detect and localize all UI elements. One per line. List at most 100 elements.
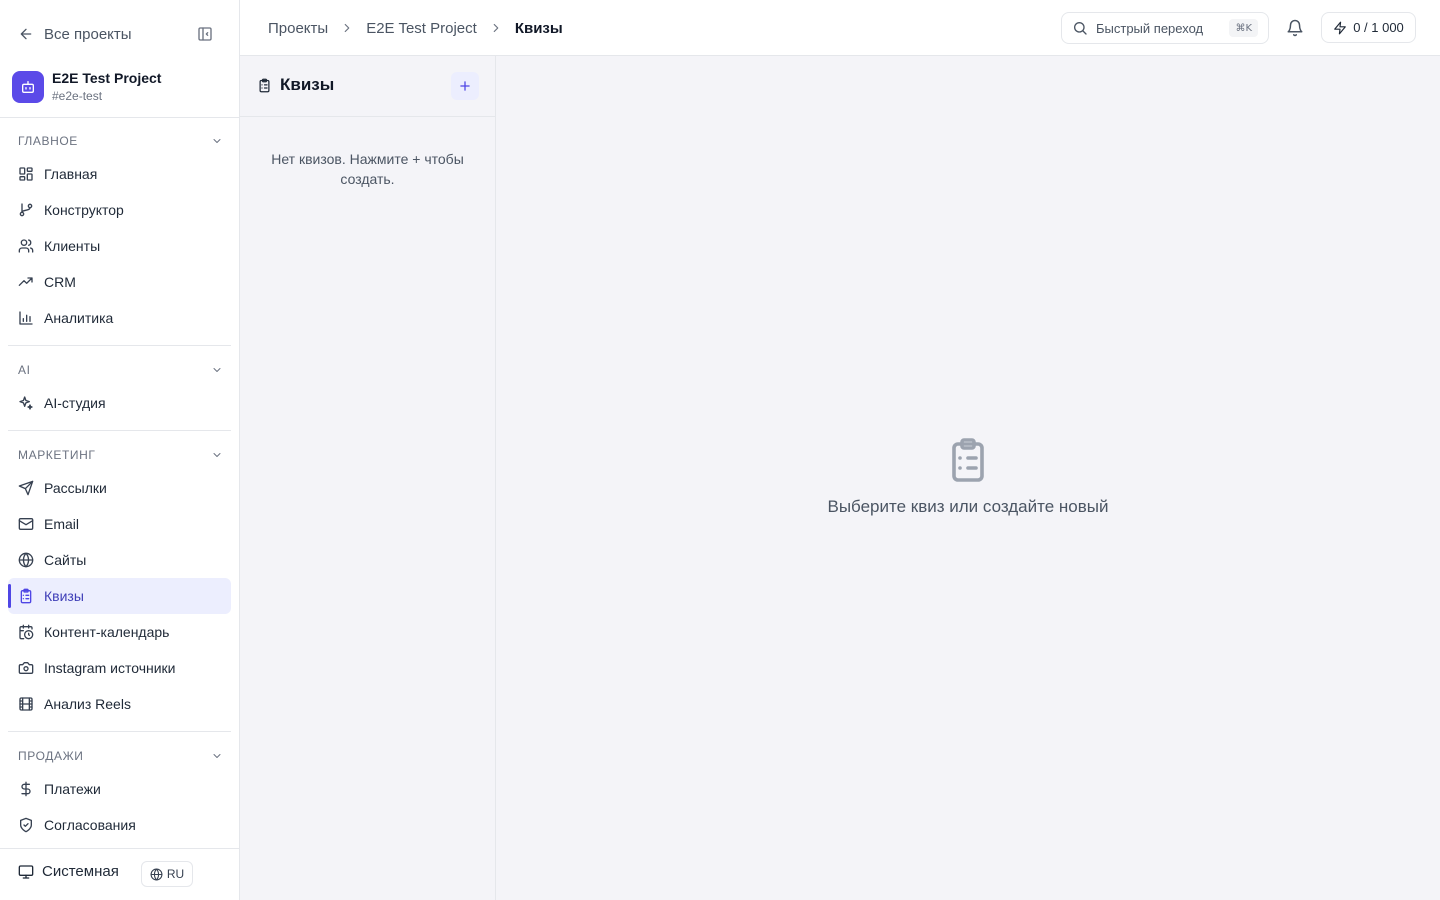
sidebar-item-label: Instagram источники <box>44 660 176 676</box>
project-avatar <box>12 71 44 103</box>
arrow-left-icon <box>20 28 32 40</box>
project-slug: #e2e-test <box>52 89 103 103</box>
quick-jump-label: Быстрый переход <box>1096 20 1204 36</box>
sidebar-item-approvals[interactable]: Согласования <box>8 807 231 843</box>
quiz-list-panel: Квизы Нет квизов. Нажмите + чтобы создат… <box>240 56 496 900</box>
sidebar-item-quizzes[interactable]: Квизы <box>8 578 231 614</box>
sidebar-item-label: Email <box>44 516 80 532</box>
keyboard-shortcut: ⌘K <box>1229 19 1258 37</box>
sidebar-item-label: Сайты <box>44 552 87 568</box>
camera-icon <box>18 662 34 674</box>
credits-label: 0 / 1 000 <box>1353 20 1404 35</box>
empty-quiz-list-message: Нет квизов. Нажмите + чтобы создать. <box>271 151 464 187</box>
breadcrumb-current: Квизы <box>514 19 563 37</box>
chevron-down-icon <box>213 368 221 372</box>
empty-state-message: Выберите квиз или создайте новый <box>827 497 1109 516</box>
sidebar-item-analytics[interactable]: Аналитика <box>8 300 231 336</box>
divider <box>8 345 231 346</box>
sidebar-item-label: Контент-календарь <box>44 624 170 640</box>
section-header-marketing[interactable]: Маркетинг <box>18 445 223 465</box>
bell-icon <box>1287 19 1303 37</box>
globe-icon <box>18 552 34 568</box>
sidebar-item-home[interactable]: Главная <box>8 156 231 192</box>
sidebar-item-label: Аналитика <box>44 310 114 326</box>
mail-icon <box>18 518 34 530</box>
sidebar-item-label: AI-студия <box>44 395 106 411</box>
all-projects-label: Все проекты <box>44 25 132 43</box>
sidebar-item-label: Квизы <box>44 588 84 604</box>
divider <box>0 117 239 118</box>
film-icon <box>19 697 33 711</box>
all-projects-link[interactable]: Все проекты <box>18 22 132 46</box>
quiz-list-header: Квизы <box>240 56 495 117</box>
credits-button[interactable]: 0 / 1 000 <box>1321 12 1416 43</box>
collapse-sidebar-button[interactable] <box>194 23 216 45</box>
section-header-main[interactable]: Главное <box>18 131 223 151</box>
sidebar-footer: Системная RU <box>0 848 239 900</box>
language-label: RU <box>166 867 185 881</box>
sidebar-item-ai-studio[interactable]: AI-студия <box>8 385 231 421</box>
divider <box>8 430 231 431</box>
chevron-right-icon <box>493 23 499 33</box>
sidebar-item-reels-analysis[interactable]: Анализ Reels <box>8 686 231 722</box>
quick-jump-button[interactable]: Быстрый переход ⌘K <box>1061 12 1269 44</box>
sidebar-item-label: Согласования <box>44 817 136 833</box>
shield-check-icon <box>20 817 32 833</box>
sidebar-item-label: CRM <box>44 274 76 290</box>
section-header-sales[interactable]: Продажи <box>18 746 223 766</box>
theme-toggle-button[interactable]: Системная <box>18 863 119 880</box>
quiz-list-title-text: Квизы <box>280 75 335 94</box>
search-icon <box>1074 22 1087 35</box>
globe-icon <box>150 868 163 880</box>
language-switcher[interactable]: RU <box>141 861 193 887</box>
sidebar-item-payments[interactable]: Платежи <box>8 771 231 807</box>
project-switcher[interactable]: E2E Test Project #e2e-test <box>12 69 227 105</box>
bot-icon <box>22 81 34 93</box>
section-title: Продажи <box>18 749 84 763</box>
divider <box>8 731 231 732</box>
plus-icon <box>460 81 470 91</box>
sidebar-item-label: Главная <box>44 166 98 182</box>
zap-icon <box>1334 21 1347 34</box>
sidebar-item-mailings[interactable]: Рассылки <box>8 470 231 506</box>
breadcrumb-projects[interactable]: Проекты <box>268 20 328 37</box>
dashboard-icon <box>19 167 33 181</box>
sidebar-item-label: Клиенты <box>44 238 101 254</box>
calendar-clock-icon <box>19 624 34 640</box>
chevron-down-icon <box>213 453 221 457</box>
breadcrumb: Проекты E2E Test Project Квизы <box>268 18 563 38</box>
sidebar-item-label: Рассылки <box>44 480 107 496</box>
clipboard-list-icon <box>952 438 984 482</box>
sidebar-item-content-calendar[interactable]: Контент-календарь <box>8 614 231 650</box>
section-title: AI <box>18 363 31 377</box>
breadcrumb-project[interactable]: E2E Test Project <box>366 20 477 37</box>
notifications-button[interactable] <box>1283 16 1307 40</box>
sidebar-item-label: Анализ Reels <box>44 696 131 712</box>
section-header-ai[interactable]: AI <box>18 360 223 380</box>
sidebar-item-label: Конструктор <box>44 202 124 218</box>
add-quiz-button[interactable] <box>451 72 479 100</box>
sparkles-icon <box>19 396 33 410</box>
sidebar-item-clients[interactable]: Клиенты <box>8 228 231 264</box>
sidebar-top: Все проекты <box>0 0 239 68</box>
panel-left-icon <box>198 27 212 41</box>
git-branch-icon <box>19 203 33 217</box>
sidebar-item-label: Платежи <box>44 781 101 797</box>
send-icon <box>18 480 34 496</box>
section-title: Маркетинг <box>18 448 96 462</box>
sidebar-item-instagram-sources[interactable]: Instagram источники <box>8 650 231 686</box>
trending-up-icon <box>18 277 33 286</box>
section-title: Главное <box>18 134 78 148</box>
sidebar-item-constructor[interactable]: Конструктор <box>8 192 231 228</box>
quiz-editor-area: Выберите квиз или создайте новый <box>496 56 1440 900</box>
chevron-down-icon <box>213 139 221 143</box>
sidebar-item-sites[interactable]: Сайты <box>8 542 231 578</box>
chevron-down-icon <box>213 754 221 758</box>
monitor-icon <box>18 864 34 879</box>
bar-chart-icon <box>19 311 33 325</box>
project-name: E2E Test Project <box>52 70 162 86</box>
sidebar-item-crm[interactable]: CRM <box>8 264 231 300</box>
theme-label: Системная <box>42 863 119 880</box>
sidebar-item-email[interactable]: Email <box>8 506 231 542</box>
topbar: Проекты E2E Test Project Квизы Быстрый п… <box>240 0 1440 56</box>
